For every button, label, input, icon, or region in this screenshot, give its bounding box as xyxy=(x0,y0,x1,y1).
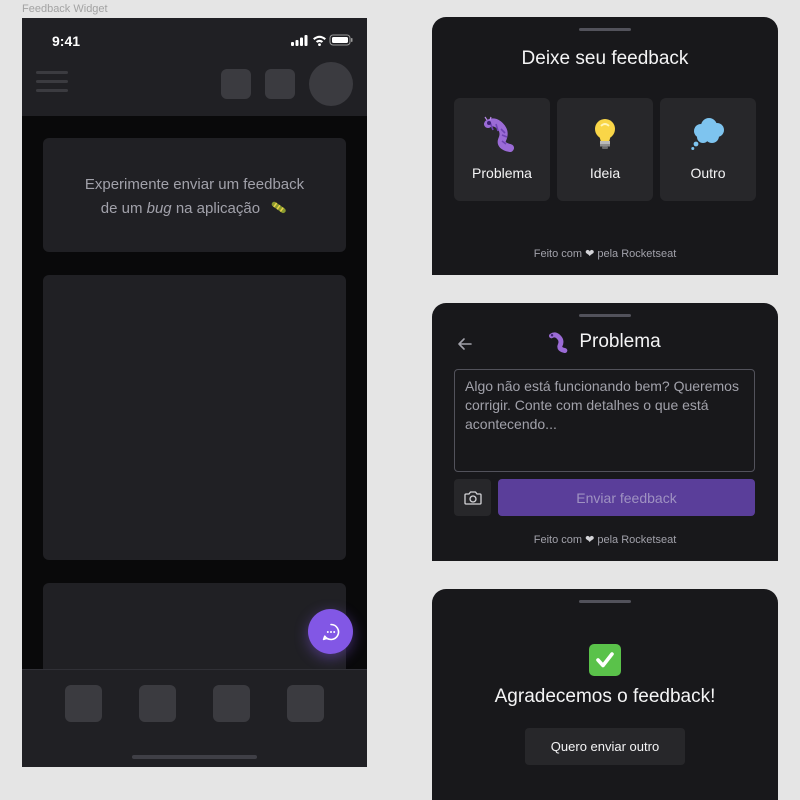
phone-mockup: 9:41 Experimente enviar um feedback de u… xyxy=(22,18,367,767)
drag-handle[interactable] xyxy=(579,28,631,31)
status-bar: 9:41 xyxy=(22,18,367,62)
feedback-textarea[interactable]: Algo não está funcionando bem? Queremos … xyxy=(454,369,755,472)
hint-card: Experimente enviar um feedback de um bug… xyxy=(43,138,346,252)
nav-placeholder-button[interactable] xyxy=(221,69,251,99)
bug-icon xyxy=(549,332,568,353)
widget-footer: Feito com ❤ pela Rocketseat xyxy=(533,534,677,546)
feedback-fab-button[interactable] xyxy=(308,609,353,654)
option-ideia-button[interactable]: Ideia xyxy=(557,98,653,201)
tab-placeholder[interactable] xyxy=(139,685,176,722)
widget-title: Deixe seu feedback xyxy=(521,48,689,69)
home-indicator xyxy=(132,755,257,759)
chat-bubble-icon xyxy=(322,623,339,640)
heart-icon: ❤ xyxy=(585,534,595,546)
wifi-icon xyxy=(313,35,326,40)
camera-icon xyxy=(463,490,482,505)
option-label: Problema xyxy=(472,165,532,181)
form-title-row: Problema xyxy=(432,331,778,353)
frame-label: Feedback Widget xyxy=(22,3,108,15)
status-time: 9:41 xyxy=(52,33,81,49)
feedback-success-widget: Agradecemos o feedback! Quero enviar out… xyxy=(432,589,778,800)
thought-cloud-icon xyxy=(691,118,724,150)
menu-icon[interactable] xyxy=(36,71,68,93)
feedback-type-widget: Deixe seu feedback Problema Ideia Outro … xyxy=(432,17,778,275)
tab-placeholder[interactable] xyxy=(287,685,324,722)
success-title: Agradecemos o feedback! xyxy=(494,686,716,707)
heart-icon: ❤ xyxy=(585,248,595,260)
lightbulb-icon xyxy=(595,119,615,149)
send-another-button[interactable]: Quero enviar outro xyxy=(525,728,685,765)
content-placeholder-card xyxy=(43,275,346,560)
bug-icon xyxy=(271,201,286,214)
option-problema-button[interactable]: Problema xyxy=(454,98,550,201)
option-label: Ideia xyxy=(589,165,621,181)
signal-icon xyxy=(291,42,294,46)
check-mark-icon xyxy=(589,644,621,676)
app-nav-bar xyxy=(22,62,367,116)
send-feedback-button[interactable]: Enviar feedback xyxy=(498,479,755,516)
bug-icon xyxy=(484,116,514,152)
widget-footer: Feito com ❤ pela Rocketseat xyxy=(533,248,677,260)
tab-placeholder[interactable] xyxy=(65,685,102,722)
avatar[interactable] xyxy=(309,62,353,106)
drag-handle[interactable] xyxy=(579,314,631,317)
drag-handle[interactable] xyxy=(579,600,631,603)
option-label: Outro xyxy=(690,165,726,181)
status-icons xyxy=(291,34,353,46)
option-outro-button[interactable]: Outro xyxy=(660,98,756,201)
tab-bar xyxy=(22,669,367,767)
feedback-form-widget: Problema Algo não está funcionando bem? … xyxy=(432,303,778,561)
screenshot-button[interactable] xyxy=(454,479,491,516)
nav-placeholder-button[interactable] xyxy=(265,69,295,99)
hint-text: Experimente enviar um feedback de um bug… xyxy=(84,176,305,217)
form-title: Problema xyxy=(579,331,661,352)
tab-placeholder[interactable] xyxy=(213,685,250,722)
